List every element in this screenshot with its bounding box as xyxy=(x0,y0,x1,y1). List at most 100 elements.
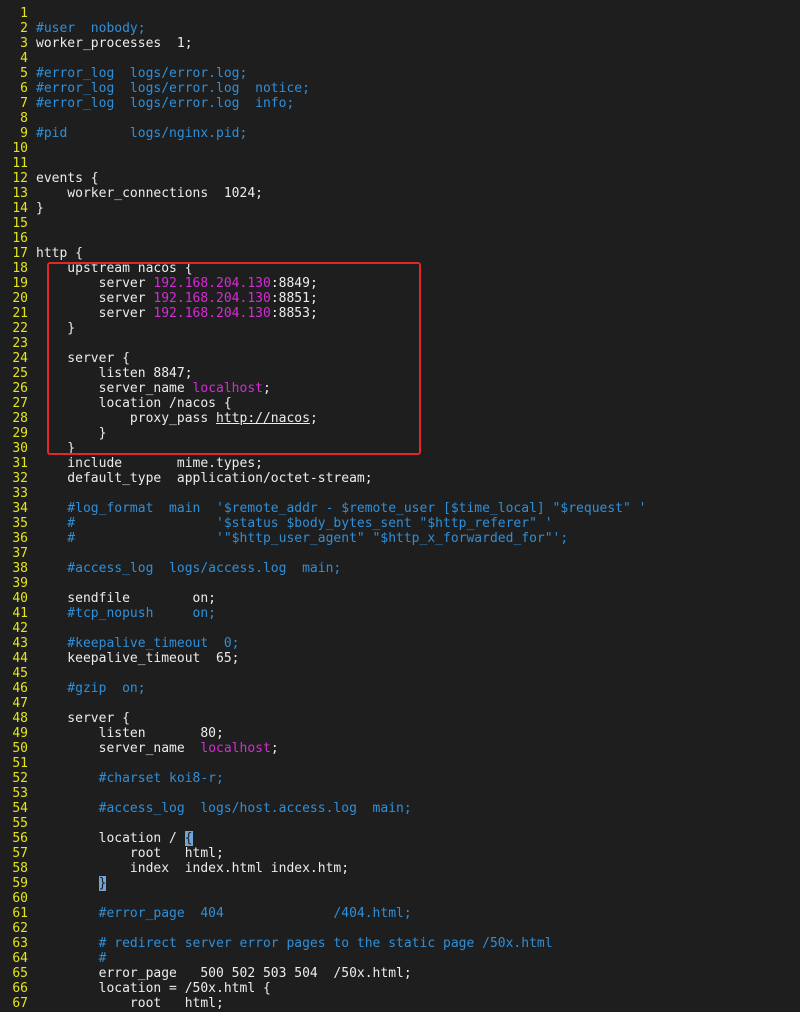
code-line[interactable]: 3 worker_processes 1; xyxy=(0,36,800,51)
code-line[interactable]: 35 # '$status $body_bytes_sent "$http_re… xyxy=(0,516,800,531)
code-line[interactable]: 62 xyxy=(0,921,800,936)
url-token: http://nacos xyxy=(216,411,310,426)
code-line[interactable]: 42 xyxy=(0,621,800,636)
code-line[interactable]: 37 xyxy=(0,546,800,561)
comment-token: #gzip on; xyxy=(36,681,146,696)
code-line[interactable]: 39 xyxy=(0,576,800,591)
code-line[interactable]: 40 sendfile on; xyxy=(0,591,800,606)
code-line[interactable]: 21 server 192.168.204.130:8853; xyxy=(0,306,800,321)
code-text: #log_format main '$remote_addr - $remote… xyxy=(36,501,646,516)
code-line[interactable]: 23 xyxy=(0,336,800,351)
code-text: server 192.168.204.130:8849; xyxy=(36,276,318,291)
code-line[interactable]: 65 error_page 500 502 503 504 /50x.html; xyxy=(0,966,800,981)
code-text: # '$status $body_bytes_sent "$http_refer… xyxy=(36,516,552,531)
code-line[interactable]: 50 server_name localhost; xyxy=(0,741,800,756)
comment-token: #tcp_nopush on; xyxy=(36,606,217,621)
code-line[interactable]: 20 server 192.168.204.130:8851; xyxy=(0,291,800,306)
code-text: #access_log logs/host.access.log main; xyxy=(36,801,412,816)
line-number: 66 xyxy=(12,981,28,996)
comment-token: #keepalive_timeout 0; xyxy=(36,636,240,651)
code-line[interactable]: 33 xyxy=(0,486,800,501)
code-token: events { xyxy=(36,171,99,186)
code-line[interactable]: 53 xyxy=(0,786,800,801)
line-number: 63 xyxy=(12,936,28,951)
code-line[interactable]: 31 include mime.types; xyxy=(0,456,800,471)
code-line[interactable]: 38 #access_log logs/access.log main; xyxy=(0,561,800,576)
code-text: } xyxy=(36,321,75,336)
code-line[interactable]: 10 xyxy=(0,141,800,156)
line-number: 26 xyxy=(12,381,28,396)
comment-token: #error_log logs/error.log; xyxy=(36,66,248,81)
code-line[interactable]: 57 root html; xyxy=(0,846,800,861)
code-line[interactable]: 2 #user nobody; xyxy=(0,21,800,36)
code-line[interactable]: 14} xyxy=(0,201,800,216)
code-line[interactable]: 19 server 192.168.204.130:8849; xyxy=(0,276,800,291)
code-line[interactable]: 8 xyxy=(0,111,800,126)
comment-token: #log_format main '$remote_addr - $remote… xyxy=(36,501,647,516)
code-line[interactable]: 13 worker_connections 1024; xyxy=(0,186,800,201)
code-token: :8851; xyxy=(270,291,318,306)
code-line[interactable]: 56 location / { xyxy=(0,831,800,846)
code-line[interactable]: 1 xyxy=(0,6,800,21)
code-line[interactable]: 66 location = /50x.html { xyxy=(0,981,800,996)
line-number: 20 xyxy=(12,291,28,306)
code-line[interactable]: 15 xyxy=(0,216,800,231)
code-line[interactable]: 59 } xyxy=(0,876,800,891)
code-line[interactable]: 22 } xyxy=(0,321,800,336)
code-line[interactable]: 25 listen 8847; xyxy=(0,366,800,381)
code-line[interactable]: 60 xyxy=(0,891,800,906)
code-line[interactable]: 43 #keepalive_timeout 0; xyxy=(0,636,800,651)
code-line[interactable]: 54 #access_log logs/host.access.log main… xyxy=(0,801,800,816)
code-line[interactable]: 17 http { xyxy=(0,246,800,261)
code-line[interactable]: 28 proxy_pass http://nacos; xyxy=(0,411,800,426)
code-line[interactable]: 67 root html; xyxy=(0,996,800,1011)
code-line[interactable]: 41 #tcp_nopush on; xyxy=(0,606,800,621)
code-line[interactable]: 24 server { xyxy=(0,351,800,366)
code-line[interactable]: 26 server_name localhost; xyxy=(0,381,800,396)
code-line[interactable]: 36 # '"$http_user_agent" "$http_x_forwar… xyxy=(0,531,800,546)
line-number: 17 xyxy=(12,246,28,261)
code-token: worker_processes 1; xyxy=(36,36,193,51)
code-line[interactable]: 51 xyxy=(0,756,800,771)
line-number: 7 xyxy=(20,96,28,111)
code-line[interactable]: 5 #error_log logs/error.log; xyxy=(0,66,800,81)
code-line[interactable]: 63 # redirect server error pages to the … xyxy=(0,936,800,951)
code-token: sendfile on; xyxy=(36,591,217,606)
code-line[interactable]: 34 #log_format main '$remote_addr - $rem… xyxy=(0,501,800,516)
code-text: default_type application/octet-stream; xyxy=(36,471,372,486)
code-line[interactable]: 4 xyxy=(0,51,800,66)
code-line[interactable]: 47 xyxy=(0,696,800,711)
code-text: } xyxy=(36,426,107,441)
code-line[interactable]: 44 keepalive_timeout 65; xyxy=(0,651,800,666)
code-line[interactable]: 29 } xyxy=(0,426,800,441)
code-line[interactable]: 49 listen 80; xyxy=(0,726,800,741)
code-line[interactable]: 6 #error_log logs/error.log notice; xyxy=(0,81,800,96)
code-line[interactable]: 27 location /nacos { xyxy=(0,396,800,411)
code-token: error_page 500 502 503 504 /50x.html; xyxy=(36,966,412,981)
code-text: # redirect server error pages to the sta… xyxy=(36,936,553,951)
code-line[interactable]: 48 server { xyxy=(0,711,800,726)
code-line[interactable]: 9 #pid logs/nginx.pid; xyxy=(0,126,800,141)
code-line[interactable]: 7 #error_log logs/error.log info; xyxy=(0,96,800,111)
code-token: server xyxy=(36,291,154,306)
code-editor[interactable]: 1 2 #user nobody; 3 worker_processes 1; 4 5 #er… xyxy=(0,6,800,1011)
comment-token: # redirect server error pages to the sta… xyxy=(36,936,553,951)
line-number: 51 xyxy=(12,756,28,771)
code-line[interactable]: 11 xyxy=(0,156,800,171)
code-line[interactable]: 30 } xyxy=(0,441,800,456)
code-line[interactable]: 32 default_type application/octet-stream… xyxy=(0,471,800,486)
code-line[interactable]: 46 #gzip on; xyxy=(0,681,800,696)
line-number: 57 xyxy=(12,846,28,861)
code-line[interactable]: 12 events { xyxy=(0,171,800,186)
code-line[interactable]: 58 index index.html index.htm; xyxy=(0,861,800,876)
code-token: root html; xyxy=(36,996,224,1011)
code-line[interactable]: 18 upstream nacos { xyxy=(0,261,800,276)
code-line[interactable]: 64 # xyxy=(0,951,800,966)
code-line[interactable]: 61 #error_page 404 /404.html; xyxy=(0,906,800,921)
code-line[interactable]: 55 xyxy=(0,816,800,831)
code-line[interactable]: 52 #charset koi8-r; xyxy=(0,771,800,786)
code-text: upstream nacos { xyxy=(36,261,192,276)
line-number: 35 xyxy=(12,516,28,531)
code-line[interactable]: 45 xyxy=(0,666,800,681)
code-line[interactable]: 16 xyxy=(0,231,800,246)
